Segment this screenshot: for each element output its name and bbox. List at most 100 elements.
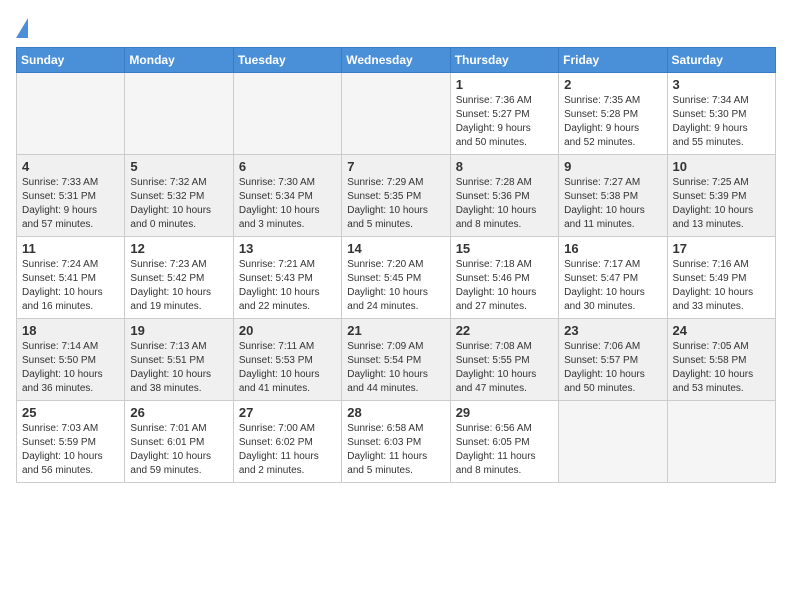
day-info-line: Daylight: 10 hours <box>564 205 645 216</box>
logo <box>16 16 32 39</box>
day-info-line: and 33 minutes. <box>673 301 744 312</box>
day-info: Sunrise: 7:25 AMSunset: 5:39 PMDaylight:… <box>673 176 770 232</box>
day-info-line: and 36 minutes. <box>22 383 93 394</box>
calendar-week-row: 11Sunrise: 7:24 AMSunset: 5:41 PMDayligh… <box>17 237 776 319</box>
day-info-line: and 0 minutes. <box>130 219 196 230</box>
day-info-line: Sunset: 6:05 PM <box>456 437 530 448</box>
day-info-line: Sunset: 5:34 PM <box>239 191 313 202</box>
day-info-line: and 2 minutes. <box>239 465 305 476</box>
day-info-line: Sunrise: 7:05 AM <box>673 341 749 352</box>
day-number: 24 <box>673 323 770 338</box>
day-info-line: and 47 minutes. <box>456 383 527 394</box>
day-info: Sunrise: 7:03 AMSunset: 5:59 PMDaylight:… <box>22 422 119 478</box>
calendar-week-row: 4Sunrise: 7:33 AMSunset: 5:31 PMDaylight… <box>17 155 776 237</box>
day-info-line: Daylight: 10 hours <box>347 369 428 380</box>
calendar-day-cell: 9 Sunrise: 7:27 AM Sunset: 5:38 PM Daylight… <box>559 155 667 237</box>
day-info: Sunrise: 7:23 AMSunset: 5:42 PMDaylight:… <box>130 258 227 314</box>
day-of-week-header: Friday <box>559 48 667 73</box>
day-info-line: Sunset: 5:55 PM <box>456 355 530 366</box>
day-info-line: Sunset: 5:41 PM <box>22 273 96 284</box>
day-info-line: and 53 minutes. <box>673 383 744 394</box>
day-number: 2 <box>564 77 661 92</box>
calendar-day-cell: 20Sunrise: 7:11 AMSunset: 5:53 PMDayligh… <box>233 319 341 401</box>
day-info-line: Sunset: 6:02 PM <box>239 437 313 448</box>
day-info-line: Sunrise: 7:03 AM <box>22 423 98 434</box>
day-info-line: Sunrise: 7:11 AM <box>239 341 314 352</box>
calendar-empty-cell <box>233 73 341 155</box>
day-of-week-header: Tuesday <box>233 48 341 73</box>
day-info-line: and 38 minutes. <box>130 383 201 394</box>
day-info-line: Sunset: 5:38 PM <box>564 191 638 202</box>
day-number: 18 <box>22 323 119 338</box>
calendar-day-cell: 22Sunrise: 7:08 AMSunset: 5:55 PMDayligh… <box>450 319 558 401</box>
day-number: 26 <box>130 405 227 420</box>
day-info-line: and 3 minutes. <box>239 219 305 230</box>
day-info-line: Sunset: 5:54 PM <box>347 355 421 366</box>
day-info: Sunrise: 7:00 AMSunset: 6:02 PMDaylight:… <box>239 422 336 478</box>
calendar-day-cell: 7Sunrise: 7:29 AMSunset: 5:35 PMDaylight… <box>342 155 450 237</box>
day-info-line: Sunrise: 7:00 AM <box>239 423 315 434</box>
day-number: 3 <box>673 77 770 92</box>
day-number: 7 <box>347 159 444 174</box>
calendar-day-cell: 27Sunrise: 7:00 AMSunset: 6:02 PMDayligh… <box>233 401 341 483</box>
day-info-line: Sunrise: 6:58 AM <box>347 423 423 434</box>
day-info: Sunrise: 7:08 AMSunset: 5:55 PMDaylight:… <box>456 340 553 396</box>
calendar-day-cell: 26 Sunrise: 7:01 AMSunset: 6:01 PMDayligh… <box>125 401 233 483</box>
day-info-line: Sunset: 5:36 PM <box>456 191 530 202</box>
day-info-line: Daylight: 10 hours <box>130 369 211 380</box>
day-info-line: Daylight: 10 hours <box>22 287 103 298</box>
day-info-line: and 59 minutes. <box>130 465 201 476</box>
day-info-line: Sunrise: 7:08 AM <box>456 341 532 352</box>
day-number: 5 <box>130 159 227 174</box>
day-info-line: and 30 minutes. <box>564 301 635 312</box>
day-info-line: Sunset: 5:30 PM <box>673 109 747 120</box>
day-info-line: Sunset: 5:43 PM <box>239 273 313 284</box>
day-info-line: and 5 minutes. <box>347 219 413 230</box>
calendar-day-cell: 28Sunrise: 6:58 AMSunset: 6:03 PMDayligh… <box>342 401 450 483</box>
day-number: 19 <box>130 323 227 338</box>
day-info-line: Daylight: 10 hours <box>347 205 428 216</box>
calendar-day-cell: 1Sunrise: 7:36 AMSunset: 5:27 PMDaylight… <box>450 73 558 155</box>
calendar-day-cell: 3Sunrise: 7:34 AMSunset: 5:30 PMDaylight… <box>667 73 775 155</box>
day-info-line: and 55 minutes. <box>673 137 744 148</box>
day-info-line: Sunrise: 6:56 AM <box>456 423 532 434</box>
day-info: Sunrise: 6:56 AM Sunset: 6:05 PM Daylight:… <box>456 422 553 478</box>
day-info-line: Sunrise: 7:24 AM <box>22 259 98 270</box>
calendar-day-cell: 24Sunrise: 7:05 AMSunset: 5:58 PMDayligh… <box>667 319 775 401</box>
day-info-line: Sunrise: 7:33 AM <box>22 177 98 188</box>
day-number: 14 <box>347 241 444 256</box>
day-info-line: Sunset: 5:50 PM <box>22 355 96 366</box>
calendar-day-cell: 10Sunrise: 7:25 AMSunset: 5:39 PMDayligh… <box>667 155 775 237</box>
day-info: Sunrise: 7:14 AMSunset: 5:50 PMDaylight:… <box>22 340 119 396</box>
day-info-line: Sunrise: 7:09 AM <box>347 341 423 352</box>
day-number: 17 <box>673 241 770 256</box>
day-number: 9 <box>564 159 661 174</box>
day-info-line: Daylight: 11 hours <box>456 451 536 462</box>
day-info: Sunrise: 7:01 AMSunset: 6:01 PMDaylight:… <box>130 422 227 478</box>
day-number: 28 <box>347 405 444 420</box>
day-number: 8 <box>456 159 553 174</box>
day-info-line: Daylight: 10 hours <box>564 287 645 298</box>
day-info: Sunrise: 7:35 AMSunset: 5:28 PMDaylight:… <box>564 94 661 150</box>
day-info-line: Daylight: 9 hours <box>456 123 531 134</box>
day-info-line: and 22 minutes. <box>239 301 310 312</box>
day-info-line: Sunset: 5:39 PM <box>673 191 747 202</box>
calendar-day-cell: 12Sunrise: 7:23 AMSunset: 5:42 PMDayligh… <box>125 237 233 319</box>
day-number: 15 <box>456 241 553 256</box>
day-info-line: Sunrise: 7:16 AM <box>673 259 749 270</box>
logo-icon <box>16 18 28 38</box>
day-info-line: Daylight: 10 hours <box>673 287 754 298</box>
day-number: 1 <box>456 77 553 92</box>
day-info: Sunrise: 7:16 AM Sunset: 5:49 PM Daylight:… <box>673 258 770 314</box>
day-info-line: and 44 minutes. <box>347 383 418 394</box>
calendar-week-row: 25 Sunrise: 7:03 AMSunset: 5:59 PMDayligh… <box>17 401 776 483</box>
day-number: 25 <box>22 405 119 420</box>
calendar-empty-cell <box>342 73 450 155</box>
day-info-line: Sunset: 5:49 PM <box>673 273 747 284</box>
calendar-day-cell: 6Sunrise: 7:30 AMSunset: 5:34 PMDaylight… <box>233 155 341 237</box>
calendar-day-cell: 25 Sunrise: 7:03 AMSunset: 5:59 PMDayligh… <box>17 401 125 483</box>
day-info-line: Daylight: 10 hours <box>456 287 537 298</box>
day-info-line: and 13 minutes. <box>673 219 744 230</box>
day-info-line: Sunrise: 7:27 AM <box>564 177 640 188</box>
day-info: Sunrise: 7:18 AMSunset: 5:46 PMDaylight:… <box>456 258 553 314</box>
